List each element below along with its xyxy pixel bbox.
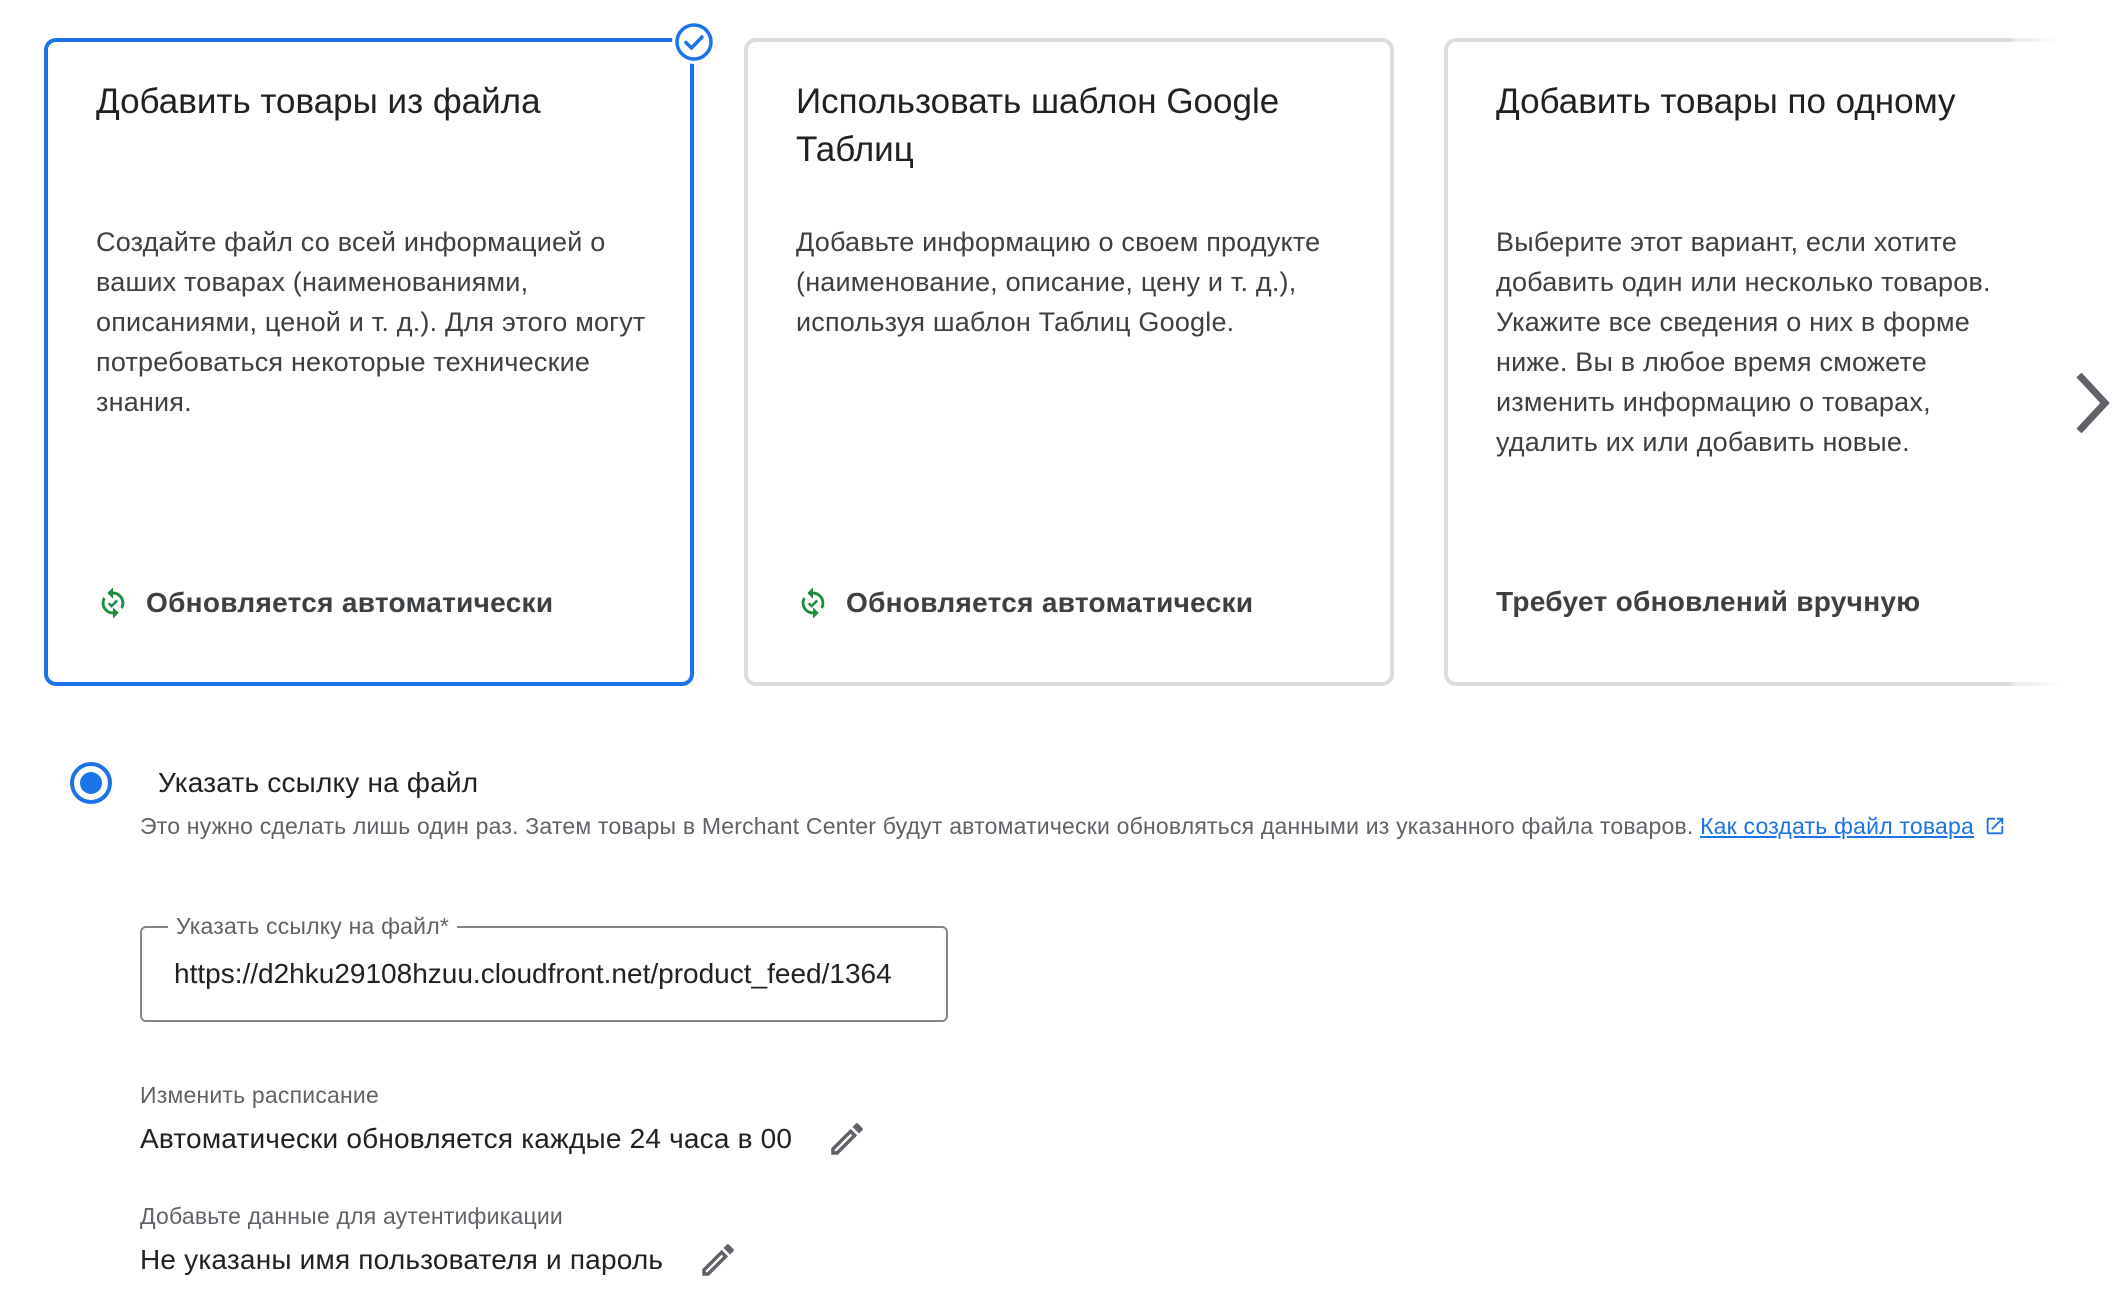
card-description-line: Выберите этот вариант, если хотите <box>1496 227 1958 257</box>
help-text-body: Это нужно сделать лишь один раз. Затем т… <box>140 813 1694 839</box>
card-description-line: Укажите все сведения о них в форме <box>1496 307 1970 337</box>
pencil-icon[interactable] <box>697 1239 739 1281</box>
card-footer-label: Обновляется автоматически <box>146 587 554 618</box>
card-add-from-file[interactable]: Добавить товары из файла Создайте файл с… <box>44 20 716 686</box>
card-add-one-by-one[interactable]: Добавить товары по одному Выберите этот … <box>1444 38 2094 686</box>
how-to-create-file-link[interactable]: Как создать файл товара <box>1700 813 2006 839</box>
card-footer-label: Требует обновлений вручную <box>1496 586 1921 617</box>
schedule-value: Автоматически обновляется каждые 24 часа… <box>140 1123 793 1154</box>
pencil-icon[interactable] <box>826 1118 868 1160</box>
chevron-right-icon <box>2076 372 2110 434</box>
option-help-text: Это нужно сделать лишь один раз. Затем т… <box>140 810 2080 843</box>
card-description-line: изменить информацию о товарах, <box>1496 387 1931 417</box>
auth-value-row: Не указаны имя пользователя и пароль <box>140 1239 739 1281</box>
card-description-line: удалить их или добавить новые. <box>1496 427 1910 457</box>
check-circle-icon <box>672 20 716 64</box>
file-url-label: Указать ссылку на файл* <box>168 911 457 941</box>
card-description: Создайте файл со всей информацией о ваши… <box>96 227 646 417</box>
card-description: Выберите этот вариант, если хотите добав… <box>1496 222 2090 462</box>
card-title: Использовать шаблон Google Таблиц <box>796 82 1280 169</box>
sync-icon <box>796 586 830 620</box>
option-label: Указать ссылку на файл <box>158 767 479 798</box>
auth-label: Добавьте данные для аутентификации <box>140 1203 563 1229</box>
file-url-field[interactable]: Указать ссылку на файл* <box>140 911 948 1022</box>
card-footer-label: Обновляется автоматически <box>846 587 1254 618</box>
radio-button[interactable] <box>70 762 112 804</box>
card-title: Добавить товары из файла <box>96 82 541 121</box>
card-footer: Обновляется автоматически <box>96 586 553 620</box>
upload-method-cards: Добавить товары из файла Создайте файл с… <box>44 20 2120 690</box>
radio-dot <box>80 772 102 794</box>
card-description: Добавьте информацию о своем продукте (на… <box>796 227 1321 337</box>
help-link-label: Как создать файл товара <box>1700 813 1975 839</box>
card-google-sheets-template[interactable]: Использовать шаблон Google Таблиц Добавь… <box>744 38 1394 686</box>
schedule-label: Изменить расписание <box>140 1082 379 1108</box>
card-footer: Обновляется автоматически <box>796 586 1253 620</box>
file-url-input[interactable] <box>174 950 912 998</box>
auth-value: Не указаны имя пользователя и пароль <box>140 1244 664 1275</box>
card-title: Добавить товары по одному <box>1496 82 1956 121</box>
schedule-value-row: Автоматически обновляется каждые 24 часа… <box>140 1118 868 1160</box>
sync-icon <box>96 586 130 620</box>
card-footer: Требует обновлений вручную <box>1496 586 1921 618</box>
option-file-link[interactable]: Указать ссылку на файл <box>70 762 478 804</box>
open-in-new-icon <box>1984 815 2006 837</box>
card-description-line: ниже. Вы в любое время сможете <box>1496 347 1927 377</box>
carousel-next-button[interactable] <box>2062 363 2120 443</box>
card-description-line: добавить один или несколько товаров. <box>1496 267 1991 297</box>
